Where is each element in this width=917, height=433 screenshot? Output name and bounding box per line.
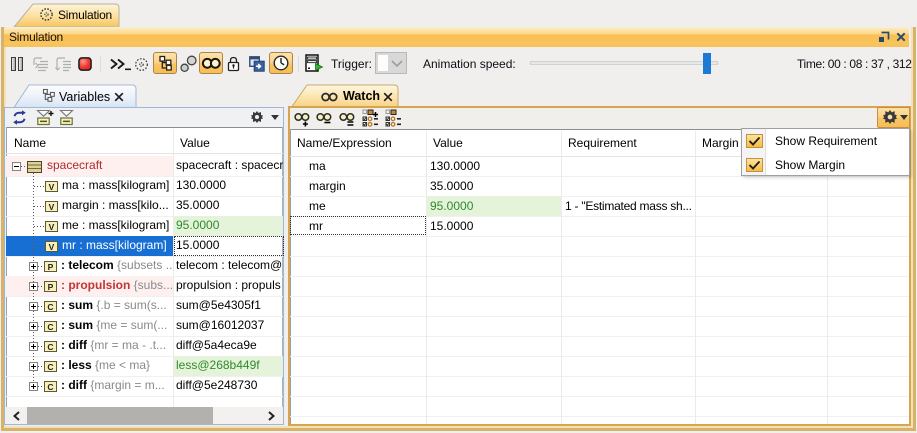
svg-text:C: C [47,321,53,331]
svg-text:P: P [48,281,54,291]
svg-text:C: C [47,301,53,311]
svg-text:V: V [49,181,55,191]
svg-text:C: C [47,361,53,371]
svg-text:V: V [49,221,55,231]
svg-text:V: V [49,241,55,251]
svg-text:C: C [47,381,53,391]
svg-text:C: C [47,341,53,351]
svg-text:V: V [49,201,55,211]
svg-text:P: P [48,261,54,271]
